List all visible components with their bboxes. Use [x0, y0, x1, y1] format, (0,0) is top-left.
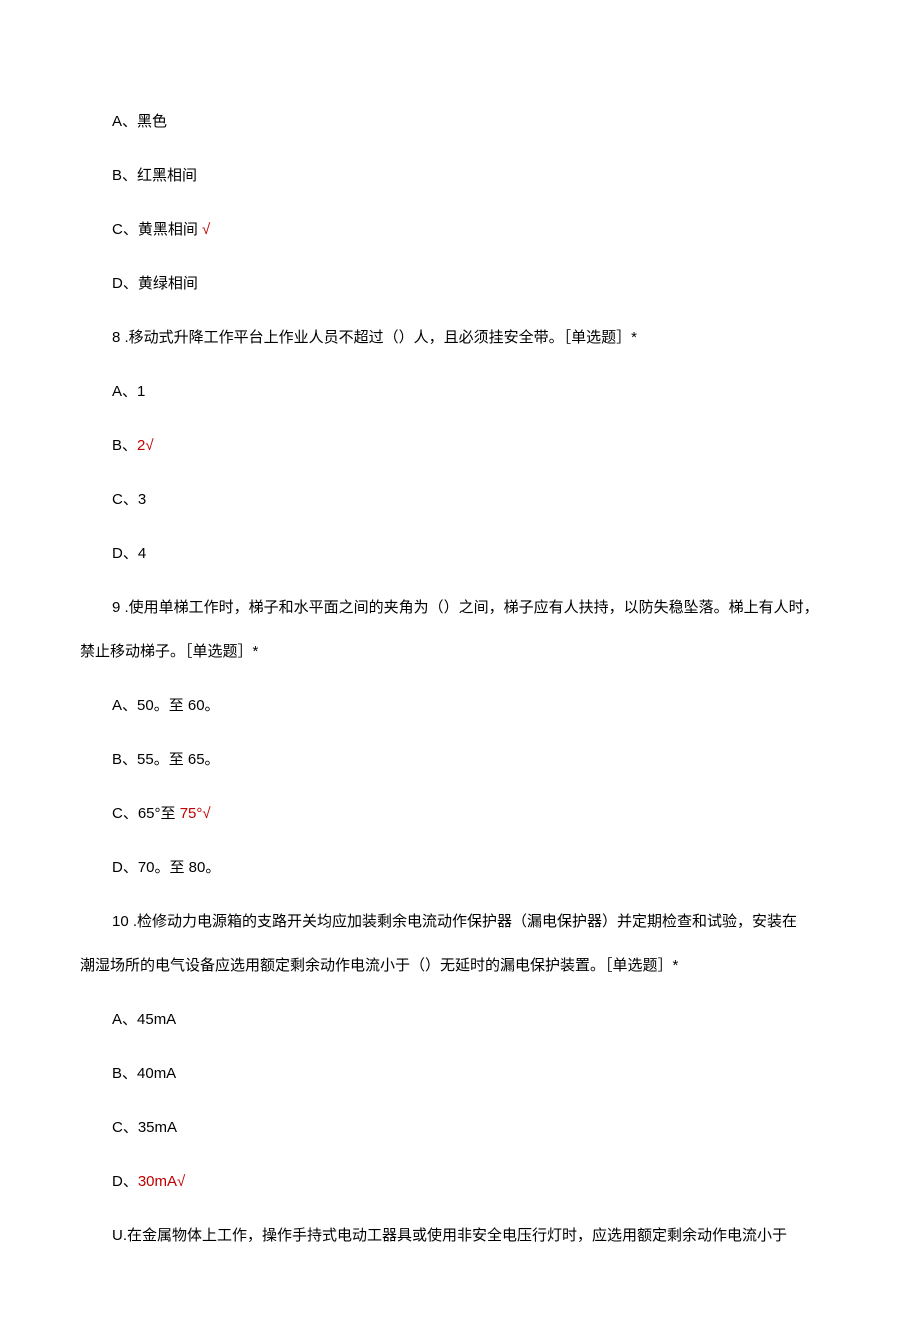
option-text: A、黑色 [112, 113, 167, 130]
q8-option-c: C、3 [80, 488, 840, 512]
correct-answer: 30mA√ [138, 1173, 185, 1190]
option-text: B、40mA [112, 1065, 176, 1082]
q8-option-a: A、1 [80, 380, 840, 404]
option-text: C、黄黑相间 [112, 221, 202, 238]
correct-mark: √ [202, 221, 210, 238]
option-text: B、红黑相间 [112, 167, 197, 184]
option-text: A、1 [112, 383, 145, 400]
q7-option-c: C、黄黑相间 √ [80, 218, 840, 242]
q7-option-a: A、黑色 [80, 110, 840, 134]
q7-option-b: B、红黑相间 [80, 164, 840, 188]
q9-text-line2: 禁止移动梯子。［单选题］* [80, 640, 840, 664]
question-text: 禁止移动梯子。［单选题］* [80, 643, 258, 660]
option-prefix: B、 [112, 437, 137, 454]
q9-option-a: A、50。至 60。 [80, 694, 840, 718]
q9-option-b: B、55。至 65。 [80, 748, 840, 772]
q10-text-line1: 10 .检修动力电源箱的支路开关均应加装剩余电流动作保护器（漏电保护器）并定期检… [80, 910, 840, 934]
option-text: A、45mA [112, 1011, 176, 1028]
q8-option-d: D、4 [80, 542, 840, 566]
q10-option-b: B、40mA [80, 1062, 840, 1086]
question-text: 9 .使用单梯工作时，梯子和水平面之间的夹角为（）之间，梯子应有人扶持，以防失稳… [112, 599, 819, 616]
correct-answer: 2√ [137, 437, 154, 454]
q10-text-line2: 潮湿场所的电气设备应选用额定剩余动作电流小于（）无延时的漏电保护装置。［单选题］… [80, 954, 840, 978]
question-text: 8 .移动式升降工作平台上作业人员不超过（）人，且必须挂安全带。［单选题］* [112, 329, 637, 346]
q10-option-c: C、35mA [80, 1116, 840, 1140]
q8-option-b: B、2√ [80, 434, 840, 458]
option-text: B、55。至 65。 [112, 751, 220, 768]
option-text: D、70。至 80。 [112, 859, 220, 876]
correct-answer: 75°√ [180, 805, 211, 822]
option-text: C、35mA [112, 1119, 177, 1136]
q9-option-c: C、65°至 75°√ [80, 802, 840, 826]
question-text: 10 .检修动力电源箱的支路开关均应加装剩余电流动作保护器（漏电保护器）并定期检… [112, 913, 797, 930]
option-text: C、3 [112, 491, 146, 508]
option-text: D、黄绿相间 [112, 275, 198, 292]
option-text: A、50。至 60。 [112, 697, 220, 714]
option-prefix: C、65°至 [112, 805, 180, 822]
q10-option-d: D、30mA√ [80, 1170, 840, 1194]
q8-text: 8 .移动式升降工作平台上作业人员不超过（）人，且必须挂安全带。［单选题］* [80, 326, 840, 350]
option-text: D、4 [112, 545, 146, 562]
question-text: 潮湿场所的电气设备应选用额定剩余动作电流小于（）无延时的漏电保护装置。［单选题］… [80, 957, 678, 974]
q7-option-d: D、黄绿相间 [80, 272, 840, 296]
question-text: U.在金属物体上工作，操作手持式电动工器具或使用非安全电压行灯时，应选用额定剩余… [112, 1227, 787, 1244]
option-prefix: D、 [112, 1173, 138, 1190]
q10-option-a: A、45mA [80, 1008, 840, 1032]
q9-option-d: D、70。至 80。 [80, 856, 840, 880]
q9-text-line1: 9 .使用单梯工作时，梯子和水平面之间的夹角为（）之间，梯子应有人扶持，以防失稳… [80, 596, 840, 620]
q11-text: U.在金属物体上工作，操作手持式电动工器具或使用非安全电压行灯时，应选用额定剩余… [80, 1224, 840, 1248]
